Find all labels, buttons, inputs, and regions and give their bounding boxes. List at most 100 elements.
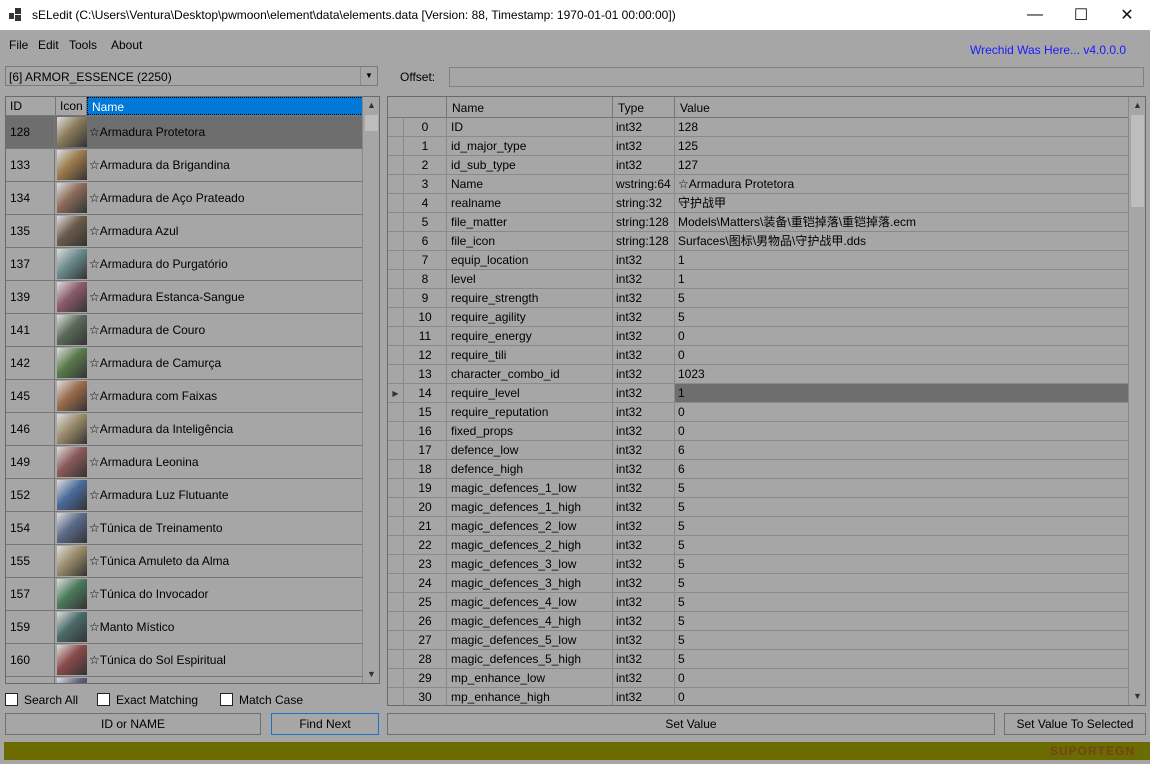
list-item[interactable]: 152 ☆Armadura Luz Flutuante <box>6 479 363 512</box>
field-value[interactable]: 5 <box>675 498 1129 516</box>
row-selector-icon[interactable] <box>388 650 404 668</box>
field-value[interactable]: 5 <box>675 308 1129 326</box>
table-row[interactable]: 2 id_sub_type int32 127 <box>388 156 1129 175</box>
row-selector-icon[interactable] <box>388 156 404 174</box>
row-selector-icon[interactable]: ▶ <box>388 384 404 402</box>
table-row[interactable]: 10 require_agility int32 5 <box>388 308 1129 327</box>
row-selector-icon[interactable] <box>388 536 404 554</box>
field-value[interactable]: 5 <box>675 593 1129 611</box>
table-row[interactable]: 13 character_combo_id int32 1023 <box>388 365 1129 384</box>
checkbox-box[interactable] <box>97 693 110 706</box>
row-selector-icon[interactable] <box>388 270 404 288</box>
checkbox-box[interactable] <box>5 693 18 706</box>
list-item[interactable]: 149 ☆Armadura Leonina <box>6 446 363 479</box>
table-row[interactable]: 8 level int32 1 <box>388 270 1129 289</box>
list-item[interactable]: 159 ☆Manto Místico <box>6 611 363 644</box>
row-selector-icon[interactable] <box>388 289 404 307</box>
field-value[interactable]: Models\Matters\装备\重铠掉落\重铠掉落.ecm <box>675 213 1129 231</box>
menu-tools[interactable]: Tools <box>69 38 97 52</box>
column-field-type[interactable]: Type <box>613 97 675 117</box>
row-selector-icon[interactable] <box>388 593 404 611</box>
field-value[interactable]: 5 <box>675 289 1129 307</box>
table-row[interactable]: 18 defence_high int32 6 <box>388 460 1129 479</box>
list-item[interactable]: 133 ☆Armadura da Brigandina <box>6 149 363 182</box>
field-value[interactable]: 0 <box>675 669 1129 687</box>
table-row[interactable]: 23 magic_defences_3_low int32 5 <box>388 555 1129 574</box>
list-item[interactable]: 155 ☆Túnica Amuleto da Alma <box>6 545 363 578</box>
field-value[interactable]: 5 <box>675 631 1129 649</box>
row-selector-icon[interactable] <box>388 555 404 573</box>
table-row[interactable]: 11 require_energy int32 0 <box>388 327 1129 346</box>
row-selector-icon[interactable] <box>388 460 404 478</box>
field-value[interactable]: 0 <box>675 688 1129 705</box>
table-row[interactable]: 22 magic_defences_2_high int32 5 <box>388 536 1129 555</box>
field-value[interactable]: 127 <box>675 156 1129 174</box>
scroll-down-icon[interactable]: ▼ <box>363 666 379 683</box>
table-row[interactable]: 30 mp_enhance_high int32 0 <box>388 688 1129 705</box>
table-row[interactable]: 1 id_major_type int32 125 <box>388 137 1129 156</box>
chevron-down-icon[interactable]: ▼ <box>360 67 377 85</box>
list-item[interactable]: 145 ☆Armadura com Faixas <box>6 380 363 413</box>
table-row[interactable]: 29 mp_enhance_low int32 0 <box>388 669 1129 688</box>
field-value[interactable]: 1 <box>675 384 1129 402</box>
menu-file[interactable]: File <box>9 38 28 52</box>
field-value[interactable]: 守护战甲 <box>675 194 1129 212</box>
table-row[interactable]: 7 equip_location int32 1 <box>388 251 1129 270</box>
field-value[interactable]: 0 <box>675 346 1129 364</box>
list-item[interactable]: 146 ☆Armadura da Inteligência <box>6 413 363 446</box>
field-value[interactable]: 5 <box>675 555 1129 573</box>
field-value[interactable]: 128 <box>675 118 1129 136</box>
row-selector-icon[interactable] <box>388 517 404 535</box>
row-selector-icon[interactable] <box>388 327 404 345</box>
close-icon[interactable]: ✕ <box>1104 0 1150 30</box>
version-link[interactable]: Wrechid Was Here... v4.0.0.0 <box>970 43 1126 57</box>
list-selector-dropdown[interactable]: [6] ARMOR_ESSENCE (2250) ▼ <box>5 66 378 86</box>
scroll-down-icon[interactable]: ▼ <box>1129 688 1145 705</box>
row-selector-icon[interactable] <box>388 498 404 516</box>
menu-about[interactable]: About <box>111 38 142 52</box>
table-row[interactable]: 6 file_icon string:128 Surfaces\图标\男物品\守护战甲… <box>388 232 1129 251</box>
row-selector-icon[interactable] <box>388 251 404 269</box>
field-value[interactable]: 0 <box>675 403 1129 421</box>
row-selector-icon[interactable] <box>388 213 404 231</box>
table-row[interactable]: 26 magic_defences_4_high int32 5 <box>388 612 1129 631</box>
row-selector-icon[interactable] <box>388 669 404 687</box>
field-value[interactable]: ☆Armadura Protetora <box>675 175 1129 193</box>
table-row[interactable]: 24 magic_defences_3_high int32 5 <box>388 574 1129 593</box>
field-value[interactable]: Surfaces\图标\男物品\守护战甲.dds <box>675 232 1129 250</box>
list-item[interactable]: 137 ☆Armadura do Purgatório <box>6 248 363 281</box>
search-input[interactable]: ID or NAME <box>5 713 261 735</box>
table-row[interactable]: 4 realname string:32 守护战甲 <box>388 194 1129 213</box>
row-selector-icon[interactable] <box>388 612 404 630</box>
row-selector-icon[interactable] <box>388 688 404 705</box>
row-selector-icon[interactable] <box>388 346 404 364</box>
row-selector-icon[interactable] <box>388 422 404 440</box>
scroll-thumb[interactable] <box>365 115 378 131</box>
table-row[interactable]: 20 magic_defences_1_high int32 5 <box>388 498 1129 517</box>
row-selector-icon[interactable] <box>388 308 404 326</box>
column-field-name[interactable]: Name <box>447 97 613 117</box>
match-case-checkbox[interactable]: Match Case <box>220 693 303 707</box>
row-selector-icon[interactable] <box>388 194 404 212</box>
scroll-thumb[interactable] <box>1131 115 1144 207</box>
table-row[interactable]: 16 fixed_props int32 0 <box>388 422 1129 441</box>
field-value[interactable]: 1 <box>675 251 1129 269</box>
list-item[interactable]: 128 ☆Armadura Protetora <box>6 116 363 149</box>
menu-edit[interactable]: Edit <box>38 38 59 52</box>
row-selector-icon[interactable] <box>388 574 404 592</box>
table-row[interactable]: ▶ 14 require_level int32 1 <box>388 384 1129 403</box>
exact-matching-checkbox[interactable]: Exact Matching <box>97 693 198 707</box>
row-selector-icon[interactable] <box>388 118 404 136</box>
field-value[interactable]: 0 <box>675 327 1129 345</box>
checkbox-box[interactable] <box>220 693 233 706</box>
list-item[interactable]: 154 ☆Túnica de Treinamento <box>6 512 363 545</box>
table-row[interactable]: 28 magic_defences_5_high int32 5 <box>388 650 1129 669</box>
field-value[interactable]: 6 <box>675 441 1129 459</box>
field-value[interactable]: 0 <box>675 422 1129 440</box>
item-list-scrollbar[interactable]: ▲ ▼ <box>362 97 379 683</box>
field-value[interactable]: 1 <box>675 270 1129 288</box>
field-value[interactable]: 1023 <box>675 365 1129 383</box>
list-item[interactable]: 142 ☆Armadura de Camurça <box>6 347 363 380</box>
table-row[interactable]: 3 Name wstring:64 ☆Armadura Protetora <box>388 175 1129 194</box>
row-selector-icon[interactable] <box>388 479 404 497</box>
